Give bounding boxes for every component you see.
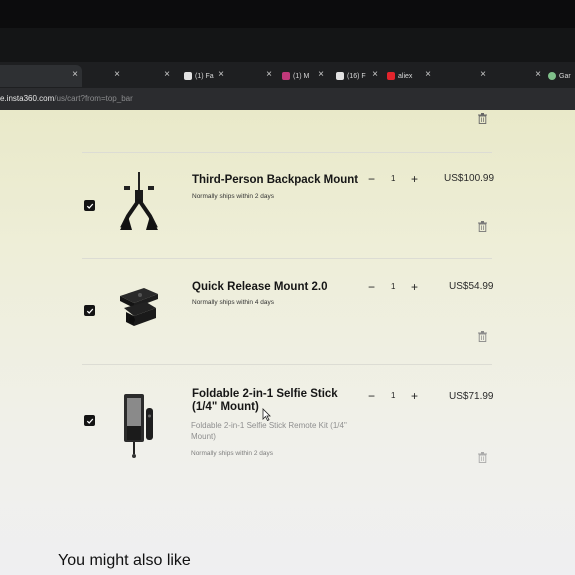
quantity-value: 1 xyxy=(391,282,396,291)
tab-aliexpress[interactable]: aliex × xyxy=(387,65,435,87)
selfie-stick-image xyxy=(124,394,153,458)
aliexpress-favicon-icon xyxy=(387,72,395,80)
close-icon[interactable]: × xyxy=(164,70,170,80)
close-icon[interactable]: × xyxy=(535,70,541,80)
trash-icon xyxy=(478,113,487,124)
tab-9[interactable]: × xyxy=(500,65,545,87)
tab-2[interactable]: × xyxy=(80,65,124,87)
quantity-stepper: − 1 + xyxy=(368,389,420,403)
checkmark-icon xyxy=(86,418,93,424)
increase-quantity-button[interactable]: + xyxy=(411,389,418,403)
tab-facebook-16[interactable]: (16) F × xyxy=(336,65,382,87)
url-path: /us/cart?from=top_bar xyxy=(54,94,133,103)
address-bar[interactable]: e.insta360.com/us/cart?from=top_bar xyxy=(0,88,575,110)
shipping-info: Normally ships within 2 days xyxy=(192,193,275,200)
close-icon[interactable]: × xyxy=(425,70,431,80)
url-host: e.insta360.com xyxy=(0,94,55,103)
url-text[interactable]: e.insta360.com/us/cart?from=top_bar xyxy=(0,94,133,103)
trash-icon xyxy=(478,221,487,232)
item-checkbox[interactable] xyxy=(84,415,95,426)
checkmark-icon xyxy=(86,203,93,209)
item-checkbox[interactable] xyxy=(84,305,95,316)
shipping-info: Normally ships within 4 days xyxy=(192,299,275,306)
product-name-line: Foldable 2-in-1 Selfie Stick xyxy=(192,388,338,400)
tab-garmin[interactable]: Gar xyxy=(548,65,575,87)
close-icon[interactable]: × xyxy=(218,70,224,80)
tab-label: aliex xyxy=(398,72,413,80)
monitor-top-edge xyxy=(0,0,575,28)
item-price: US$100.99 xyxy=(444,173,495,184)
shipping-info: Normally ships within 2 days xyxy=(191,450,274,457)
tab-4[interactable]: × xyxy=(228,65,276,87)
facebook-favicon-icon xyxy=(184,72,192,80)
divider xyxy=(82,364,492,365)
backpack-mount-image xyxy=(120,172,158,230)
close-icon[interactable]: × xyxy=(72,70,78,80)
quantity-stepper: − 1 + xyxy=(368,172,420,186)
item-price: US$71.99 xyxy=(449,391,494,402)
tab-label: (1) M xyxy=(293,72,310,80)
trash-icon xyxy=(478,452,487,463)
increase-quantity-button[interactable]: + xyxy=(411,172,418,186)
quantity-stepper: − 1 + xyxy=(368,280,420,294)
delete-item-button[interactable] xyxy=(478,113,487,124)
quantity-value: 1 xyxy=(391,391,396,400)
recommendations-title: You might also like xyxy=(58,552,191,569)
close-icon[interactable]: × xyxy=(318,70,324,80)
increase-quantity-button[interactable]: + xyxy=(411,280,418,294)
delete-item-button[interactable] xyxy=(478,331,487,342)
garmin-favicon-icon xyxy=(548,72,556,80)
tab-label: (16) F xyxy=(347,72,366,80)
product-name[interactable]: Third-Person Backpack Mount xyxy=(192,174,358,187)
tab-facebook-1[interactable]: (1) Fa × xyxy=(180,65,228,87)
item-price: US$54.99 xyxy=(449,281,494,292)
quantity-value: 1 xyxy=(391,174,396,183)
quick-release-mount-image xyxy=(120,288,158,326)
decrease-quantity-button[interactable]: − xyxy=(368,172,375,186)
product-variant: Foldable 2-in-1 Selfie Stick Remote Kit … xyxy=(191,420,351,442)
tab-8[interactable]: × xyxy=(440,65,490,87)
delete-item-button[interactable] xyxy=(478,221,487,232)
trash-icon xyxy=(478,331,487,342)
divider xyxy=(82,152,492,153)
tab-messenger[interactable]: (1) M × xyxy=(282,65,328,87)
tab-label: Gar xyxy=(559,72,571,80)
close-icon[interactable]: × xyxy=(480,70,486,80)
divider xyxy=(82,258,492,259)
decrease-quantity-button[interactable]: − xyxy=(368,389,375,403)
messenger-favicon-icon xyxy=(282,72,290,80)
decrease-quantity-button[interactable]: − xyxy=(368,280,375,294)
product-name[interactable]: Quick Release Mount 2.0 xyxy=(192,281,328,294)
close-icon[interactable]: × xyxy=(114,70,120,80)
product-variant-line: Foldable 2-in-1 Selfie Stick Remote Kit … xyxy=(191,421,347,430)
tab-label: (1) Fa xyxy=(195,72,214,80)
item-checkbox[interactable] xyxy=(84,200,95,211)
delete-item-button[interactable] xyxy=(478,452,487,463)
checkmark-icon xyxy=(86,308,93,314)
mouse-cursor-icon xyxy=(262,408,271,421)
tab-3[interactable]: × xyxy=(130,65,174,87)
facebook-favicon-icon xyxy=(336,72,344,80)
browser-tab-bar: × × × (1) Fa × × (1) M × (16) F × aliex … xyxy=(0,62,575,88)
tab-insta360[interactable]: × xyxy=(0,65,82,87)
close-icon[interactable]: × xyxy=(266,70,272,80)
product-variant-line: Mount) xyxy=(191,432,216,441)
close-icon[interactable]: × xyxy=(372,70,378,80)
